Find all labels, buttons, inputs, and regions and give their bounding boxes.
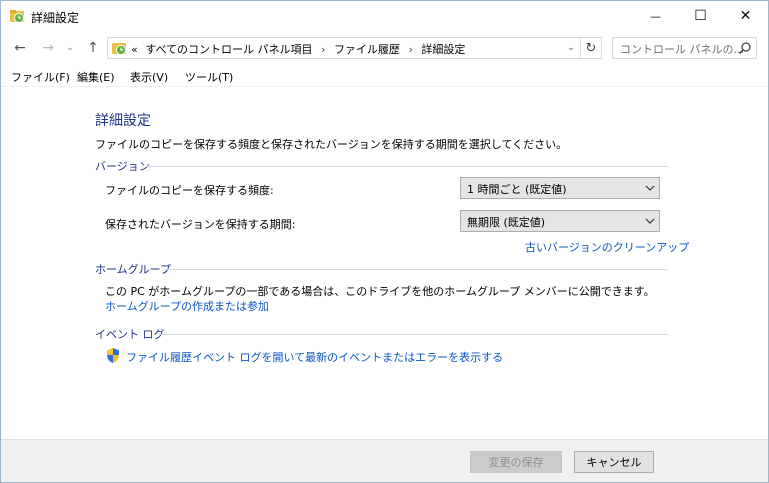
menu-tools[interactable]: ツール(T) [185,69,233,85]
back-arrow-icon: ← [14,40,26,56]
save-frequency-value: 1 時間ごと (既定値) [467,183,567,196]
cancel-button[interactable]: キャンセル [574,451,654,473]
back-button[interactable]: ← [10,38,30,58]
breadcrumb-overflow[interactable]: « [131,43,138,56]
address-dropdown-button[interactable]: ⌄ [562,38,580,58]
cleanup-versions-link[interactable]: 古いバージョンのクリーンアップ [525,239,689,255]
menu-view[interactable]: 表示(V) [130,69,168,85]
close-button[interactable]: ✕ [723,1,768,31]
chevron-down-icon: ⌄ [66,43,74,53]
save-changes-button[interactable]: 変更の保存 [470,451,562,473]
forward-arrow-icon: → [42,40,54,56]
maximize-button[interactable]: ☐ [678,1,723,31]
versions-divider [146,166,668,167]
refresh-icon: ↻ [585,40,597,56]
menu-bar: ファイル(F) 編集(E) 表示(V) ツール(T) [1,67,768,87]
maximize-icon: ☐ [694,8,707,24]
breadcrumb-item-advanced-settings[interactable]: 詳細設定 [421,43,465,56]
menu-file[interactable]: ファイル(F) [11,69,70,85]
chevron-down-icon: ⌄ [567,43,575,53]
chevron-down-icon [645,218,655,224]
address-bar[interactable]: « すべてのコントロール パネル項目 › ファイル履歴 › 詳細設定 ⌄ ↻ [107,37,602,59]
footer-bar: 変更の保存 キャンセル [1,439,768,482]
window-title: 詳細設定 [31,11,80,25]
open-event-log-link[interactable]: ファイル履歴イベント ログを開いて最新のイベントまたはエラーを表示する [126,349,503,365]
close-icon: ✕ [739,8,752,24]
homegroup-create-join-link[interactable]: ホームグループの作成または参加 [105,298,269,314]
refresh-button[interactable]: ↻ [580,38,601,58]
recent-locations-button[interactable]: ⌄ [63,38,77,58]
search-icon[interactable] [738,41,752,55]
homegroup-description: この PC がホームグループの一部である場合は、このドライブを他のホームグループ… [105,285,655,298]
title-bar: 詳細設定 — ☐ ✕ [1,1,768,31]
up-button[interactable]: ↑ [83,38,103,58]
minimize-button[interactable]: — [633,1,678,31]
retention-period-value: 無期限 (既定値) [467,216,546,229]
page-title: 詳細設定 [95,113,151,129]
chevron-down-icon [645,185,655,191]
retention-period-select[interactable]: 無期限 (既定値) [460,210,660,232]
breadcrumb-item-all-control-panel-items[interactable]: すべてのコントロール パネル項目 [141,43,312,56]
up-arrow-icon: ↑ [87,40,99,56]
breadcrumb-item-file-history[interactable]: ファイル履歴 [334,43,400,56]
minimize-icon: — [650,9,661,23]
retention-period-label: 保存されたバージョンを保持する期間: [105,218,296,231]
page-description: ファイルのコピーを保存する頻度と保存されたバージョンを保持する期間を選択してくだ… [95,138,568,151]
navigation-bar: ← → ⌄ ↑ « すべてのコントロール パネル項目 › ファイル履歴 › 詳細… [1,34,768,62]
file-history-advanced-settings-window: 詳細設定 — ☐ ✕ ← → ⌄ ↑ « すべてのコントロール パネル項目 › … [0,0,769,483]
forward-button[interactable]: → [38,38,58,58]
breadcrumb-separator[interactable]: › [403,43,417,56]
save-frequency-label: ファイルのコピーを保存する頻度: [105,184,274,197]
file-history-icon [10,10,24,23]
save-frequency-select[interactable]: 1 時間ごと (既定値) [460,177,660,199]
breadcrumb-separator[interactable]: › [316,43,330,56]
search-placeholder: コントロール パネルの... [620,43,744,56]
homegroup-divider [164,269,668,270]
shield-icon [107,348,119,363]
control-panel-icon [112,43,126,55]
homegroup-heading: ホームグループ [95,263,172,276]
versions-heading: バージョン [95,160,150,173]
breadcrumb: « すべてのコントロール パネル項目 › ファイル履歴 › 詳細設定 [131,41,465,57]
eventlog-divider [159,334,668,335]
main-content: 詳細設定 ファイルのコピーを保存する頻度と保存されたバージョンを保持する期間を選… [1,89,768,439]
eventlog-heading: イベント ログ [95,328,165,341]
menu-edit[interactable]: 編集(E) [77,69,115,85]
search-input[interactable]: コントロール パネルの... [612,37,757,59]
